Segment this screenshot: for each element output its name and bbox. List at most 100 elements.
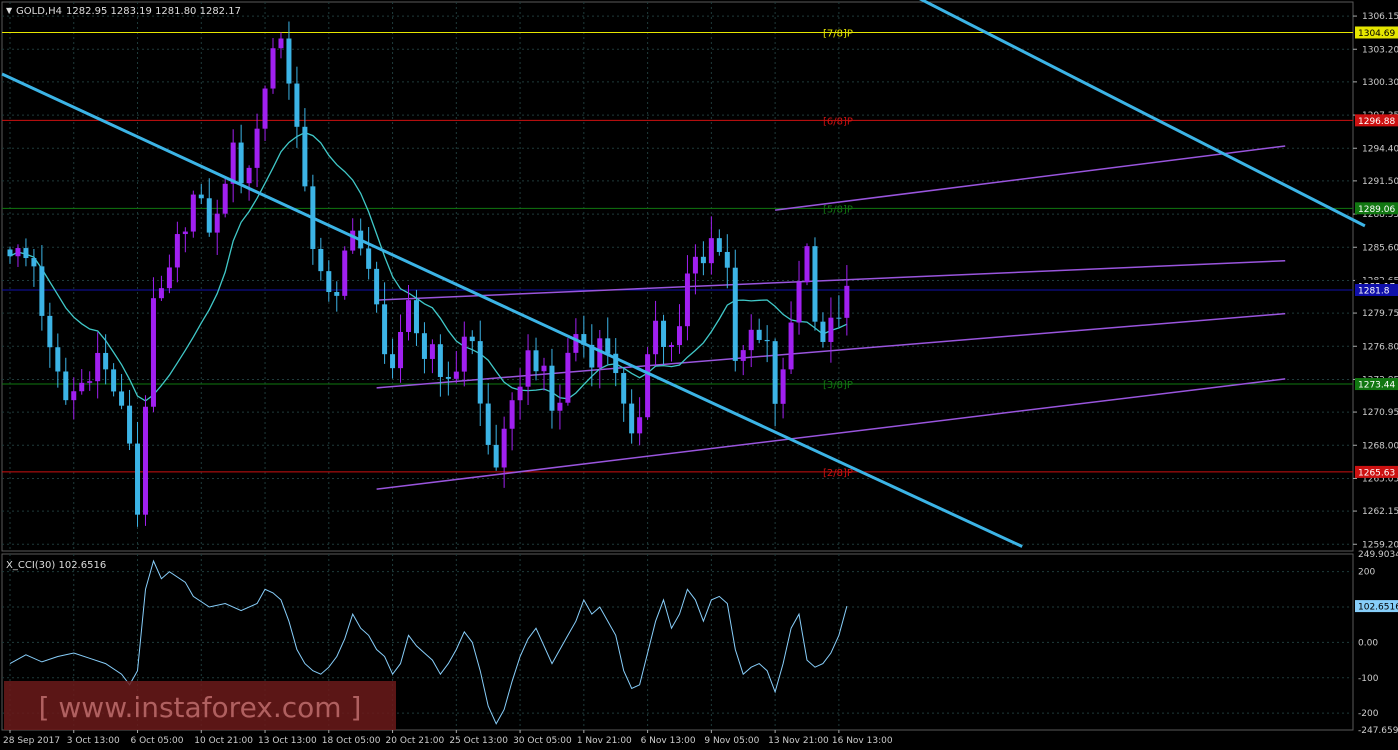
- candle-body: [501, 428, 507, 468]
- candle-body: [661, 320, 667, 347]
- cci-title: X_CCI(30) 102.6516: [6, 560, 106, 571]
- candle-body: [772, 341, 778, 404]
- candle-body: [732, 267, 738, 361]
- x-tick-label: 9 Nov 05:00: [704, 736, 759, 746]
- candle-body: [716, 238, 722, 252]
- x-tick-label: 20 Oct 21:00: [386, 736, 445, 746]
- cci-y-tick-label: -247.6599: [1358, 726, 1398, 736]
- candle-body: [79, 382, 85, 392]
- murrey-level-label: [5/8]P: [823, 204, 853, 215]
- x-tick-label: 6 Nov 13:00: [641, 736, 696, 746]
- candle-body: [708, 238, 714, 264]
- candle-body: [95, 352, 101, 382]
- candle-body: [262, 88, 268, 129]
- candle-body: [692, 256, 698, 274]
- candle-body: [246, 167, 252, 184]
- cci-current-tag: 102.6516: [1358, 603, 1398, 613]
- candle-body: [493, 444, 499, 468]
- candle-body: [469, 336, 475, 342]
- candle-body: [142, 406, 148, 515]
- candle-body: [326, 271, 332, 293]
- candle-body: [374, 268, 380, 305]
- candle-body: [342, 250, 348, 296]
- candle-body: [334, 292, 340, 296]
- candle-body: [605, 338, 611, 354]
- candle-body: [812, 246, 818, 322]
- candle-body: [302, 126, 308, 187]
- candle-body: [820, 321, 826, 342]
- y-tick-label: 1259.20: [1362, 540, 1398, 550]
- candle-body: [55, 347, 61, 372]
- candle-body: [222, 183, 228, 214]
- candle-body: [127, 405, 133, 444]
- y-tick-label: 1276.80: [1362, 342, 1398, 352]
- y-tick-label: 1270.95: [1362, 408, 1398, 418]
- cci-y-tick-label: -200: [1358, 709, 1379, 719]
- candle-body: [198, 194, 204, 199]
- chart-menu-icon[interactable]: ▼: [6, 6, 13, 15]
- candle-body: [700, 256, 706, 264]
- candle-body: [429, 344, 435, 359]
- candle-body: [669, 345, 675, 347]
- y-tick-label: 1279.75: [1362, 309, 1398, 319]
- candle-body: [7, 249, 13, 257]
- candle-body: [87, 381, 93, 383]
- candle-body: [103, 352, 109, 370]
- candle-body: [684, 273, 690, 327]
- candle-body: [748, 329, 754, 351]
- candle-body: [637, 417, 643, 434]
- murrey-price-tag: 1273.44: [1358, 381, 1395, 391]
- candle-body: [166, 267, 172, 289]
- x-tick-label: 18 Oct 05:00: [322, 736, 381, 746]
- candle-body: [565, 352, 571, 403]
- candle-body: [477, 341, 483, 404]
- candle-body: [111, 369, 117, 392]
- y-tick-label: 1285.60: [1362, 243, 1398, 253]
- candle-body: [557, 402, 563, 411]
- x-tick-label: 6 Oct 05:00: [131, 736, 184, 746]
- candle-body: [390, 354, 396, 369]
- candle-body: [485, 403, 491, 445]
- candle-body: [318, 248, 324, 272]
- candle-body: [461, 336, 467, 372]
- candle-body: [549, 365, 555, 411]
- candle-body: [756, 329, 762, 340]
- candle-body: [844, 285, 850, 318]
- cci-y-tick-label: -100: [1358, 674, 1379, 684]
- candle-body: [780, 369, 786, 404]
- y-tick-label: 1268.00: [1362, 441, 1398, 451]
- y-tick-label: 1303.20: [1362, 45, 1398, 55]
- x-tick-label: 30 Oct 05:00: [513, 736, 572, 746]
- candle-body: [366, 248, 372, 269]
- candle-body: [645, 354, 651, 418]
- candle-body: [653, 320, 659, 355]
- candle-body: [63, 371, 69, 401]
- candle-body: [294, 83, 300, 127]
- candle-body: [788, 322, 794, 370]
- murrey-price-tag: 1289.06: [1358, 205, 1395, 215]
- candle-body: [119, 391, 125, 406]
- candle-body: [676, 326, 682, 346]
- candle-body: [406, 300, 411, 332]
- candle-body: [230, 142, 236, 184]
- murrey-level-label: [6/8]P: [823, 116, 853, 127]
- candle-body: [740, 350, 746, 361]
- symbol-title: GOLD,H4: [16, 6, 62, 17]
- candle-body: [382, 304, 388, 355]
- bid-price-tag: 1281.8: [1358, 287, 1390, 297]
- candle-body: [254, 128, 260, 168]
- candle-body: [437, 344, 443, 377]
- murrey-level-label: [3/8]P: [823, 380, 853, 391]
- x-tick-label: 25 Oct 13:00: [449, 736, 508, 746]
- candle-body: [836, 317, 842, 319]
- candle-body: [398, 331, 404, 369]
- candle-body: [135, 443, 141, 515]
- candle-body: [421, 333, 427, 359]
- candle-body: [71, 391, 77, 401]
- candle-body: [238, 142, 244, 184]
- y-tick-label: 1306.15: [1362, 12, 1398, 22]
- cci-y-tick-label: 0.00: [1358, 638, 1378, 648]
- candle-body: [724, 251, 730, 268]
- y-tick-label: 1262.15: [1362, 507, 1398, 517]
- candle-body: [764, 339, 770, 342]
